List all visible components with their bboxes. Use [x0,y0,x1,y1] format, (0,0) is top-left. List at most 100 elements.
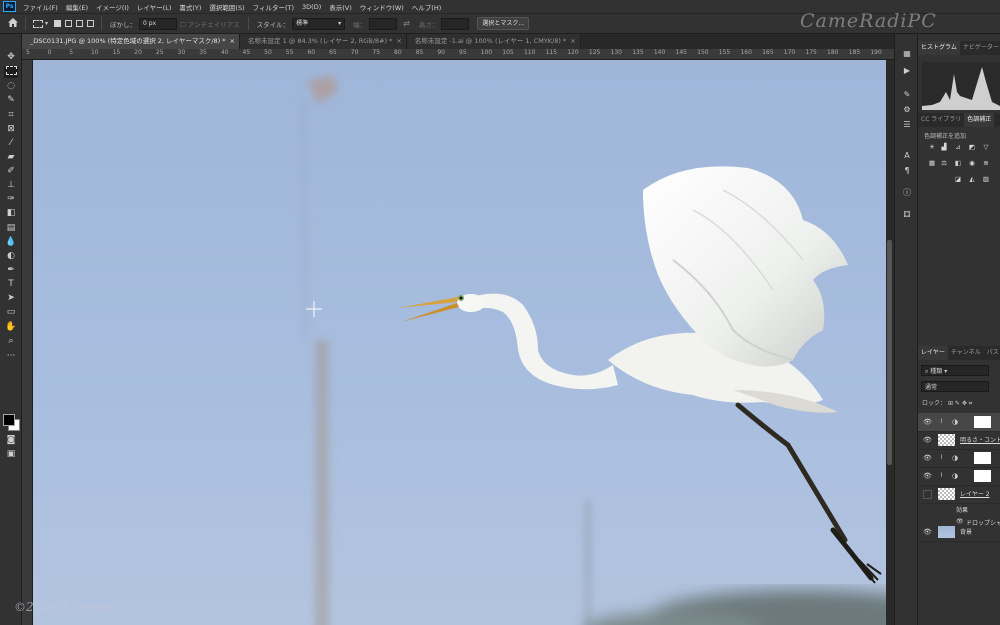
dodge-tool-icon[interactable]: ◐ [4,250,18,262]
menu-view[interactable]: 表示(V) [325,2,356,12]
antialias-checkbox[interactable]: ☐ アンチエイリアス [180,19,240,29]
vertical-scrollbar[interactable] [886,60,894,625]
close-icon[interactable]: × [396,37,401,45]
layer-row[interactable]: 👁 明るさ・コントラスト 1 [918,431,1000,450]
eye-icon[interactable]: 👁 [923,472,932,480]
marquee-preset-icon[interactable] [33,19,43,28]
lasso-tool-icon[interactable]: ◌ [4,80,18,92]
style-select[interactable]: 標準 ▾ [292,17,346,30]
zoom-tool-icon[interactable]: ⌕ [4,335,18,347]
new-selection-icon[interactable] [54,20,62,27]
lock-pixels-icon[interactable]: ⊞ [948,400,953,407]
eraser-tool-icon[interactable]: ◧ [4,207,18,219]
threshold-adjust-icon[interactable]: ▨ [982,176,990,183]
menu-image[interactable]: イメージ(I) [92,2,133,12]
menu-layer[interactable]: レイヤー(L) [133,2,176,12]
layer-effects-row[interactable]: 効果 [918,503,1000,516]
brush-settings-icon[interactable]: ⚙ [901,104,913,115]
history-brush-tool-icon[interactable]: ✑ [4,193,18,205]
menu-file[interactable]: ファイル(F) [19,2,62,12]
menu-help[interactable]: ヘルプ(H) [408,2,445,12]
vibrance-adjust-icon[interactable]: ▽ [982,144,990,151]
brush-tool-icon[interactable]: ✐ [4,165,18,177]
menu-3d[interactable]: 3D(D) [298,3,325,11]
foreground-color-swatch[interactable] [3,414,15,426]
photoshop-logo-icon[interactable]: Ps [3,1,16,12]
hand-tool-icon[interactable]: ✋ [4,321,18,333]
info-panel-icon[interactable]: ⓘ [901,187,913,198]
type-tool-icon[interactable]: T [4,278,18,290]
tab-document-2[interactable]: 名称未設定 1 @ 84.3% (レイヤー 2, RGB/8#) * × [240,34,407,49]
shape-tool-icon[interactable]: ▭ [4,306,18,318]
marquee-tool-icon[interactable] [4,66,18,78]
close-icon[interactable]: × [570,37,575,45]
blend-mode-select[interactable]: 通常 [921,381,989,392]
actions-play-icon[interactable]: ▶ [901,65,913,76]
healing-tool-icon[interactable]: ▰ [4,151,18,163]
home-icon[interactable] [8,18,20,29]
scrollbar-thumb[interactable] [887,240,892,465]
pen-tool-icon[interactable]: ✒ [4,264,18,276]
chevron-down-icon[interactable]: ▾ [45,20,48,27]
document-canvas[interactable] [33,60,886,625]
tab-cc-libraries[interactable]: CC ライブラリ [918,113,964,127]
layer-row[interactable]: 👁 ⌇ ◑ [918,413,1000,432]
layer-row[interactable]: 👁 ⌇ ◑ [918,467,1000,486]
add-selection-icon[interactable] [65,20,73,27]
layer-row[interactable]: レイヤー 2 [918,485,1000,504]
gradient-tool-icon[interactable]: ▤ [4,222,18,234]
tab-document-1[interactable]: _DSC0131.JPG @ 100% (特定色域の選択 2, レイヤーマスク/… [22,34,240,49]
exposure-adjust-icon[interactable]: ◩ [968,144,976,151]
color-balance-adjust-icon[interactable]: ⚖ [940,160,948,167]
tab-document-3[interactable]: 名称未設定 -1.ai @ 100% (レイヤー 1, CMYK/8) * × [406,34,581,49]
menu-select[interactable]: 選択範囲(S) [205,2,248,12]
menu-type[interactable]: 書式(Y) [175,2,205,12]
paragraph-panel-icon[interactable]: ¶ [901,165,913,176]
visibility-toggle-empty[interactable] [923,490,932,499]
intersect-selection-icon[interactable] [87,20,95,27]
move-tool-icon[interactable]: ✥ [4,51,18,63]
eye-icon[interactable]: 👁 [923,436,932,444]
levels-adjust-icon[interactable]: ▟ [940,144,948,151]
layer-row[interactable]: 👁 ⌇ ◑ [918,449,1000,468]
tab-layers[interactable]: レイヤー [918,346,948,360]
frame-tool-icon[interactable]: ⊠ [4,123,18,135]
invert-adjust-icon[interactable]: ◪ [954,176,962,183]
hue-adjust-icon[interactable]: ▦ [928,160,936,167]
tab-histogram[interactable]: ヒストグラム [918,41,960,55]
tab-paths[interactable]: パス [984,346,1000,360]
eyedropper-tool-icon[interactable]: ⁄ [4,137,18,149]
subtract-selection-icon[interactable] [76,20,84,27]
brightness-adjust-icon[interactable]: ☀ [928,144,936,151]
menu-filter[interactable]: フィルター(T) [249,2,298,12]
close-icon[interactable]: × [230,37,235,45]
more-tools-icon[interactable]: ··· [4,350,18,362]
tab-adjustments[interactable]: 色調補正 [964,113,995,127]
height-input[interactable] [441,17,470,30]
stamp-tool-icon[interactable]: ⊥ [4,179,18,191]
path-select-tool-icon[interactable]: ➤ [4,292,18,304]
curves-adjust-icon[interactable]: ⊿ [954,144,962,151]
horizontal-ruler[interactable]: 5 0 5 10 15 20 25 30 35 40 45 50 55 60 65 70 75 80 85 90 95 1… [22,49,894,60]
quick-mask-icon[interactable]: ◙ [4,434,18,446]
layer-filter-select[interactable]: ⌕ 種類 ▾ [921,365,989,376]
history-panel-icon[interactable]: ▦ [901,48,913,59]
eye-icon[interactable]: 👁 [923,454,932,462]
crop-tool-icon[interactable]: ⌗ [4,109,18,121]
blur-tool-icon[interactable]: 💧 [4,236,18,248]
channel-mixer-adjust-icon[interactable]: ⊕ [982,160,990,167]
tab-navigator[interactable]: ナビゲーター [960,41,1000,55]
lock-artboard-icon[interactable]: ⌗ [969,400,972,407]
layer-row[interactable]: 👁 背景 [918,523,1000,542]
quick-select-tool-icon[interactable]: ✎ [4,94,18,106]
menu-window[interactable]: ウィンドウ(W) [356,2,408,12]
swap-icon[interactable]: ⇄ [403,19,410,28]
lock-position-icon[interactable]: ✥ [962,400,967,407]
width-input[interactable] [369,17,398,30]
tab-channels[interactable]: チャンネル [948,346,984,360]
black-white-adjust-icon[interactable]: ◧ [954,160,962,167]
menu-edit[interactable]: 編集(E) [62,2,92,12]
properties-panel-icon[interactable]: ⚃ [901,209,913,220]
vertical-ruler[interactable] [22,60,33,625]
brush-panel-icon[interactable]: ✎ [901,89,913,100]
